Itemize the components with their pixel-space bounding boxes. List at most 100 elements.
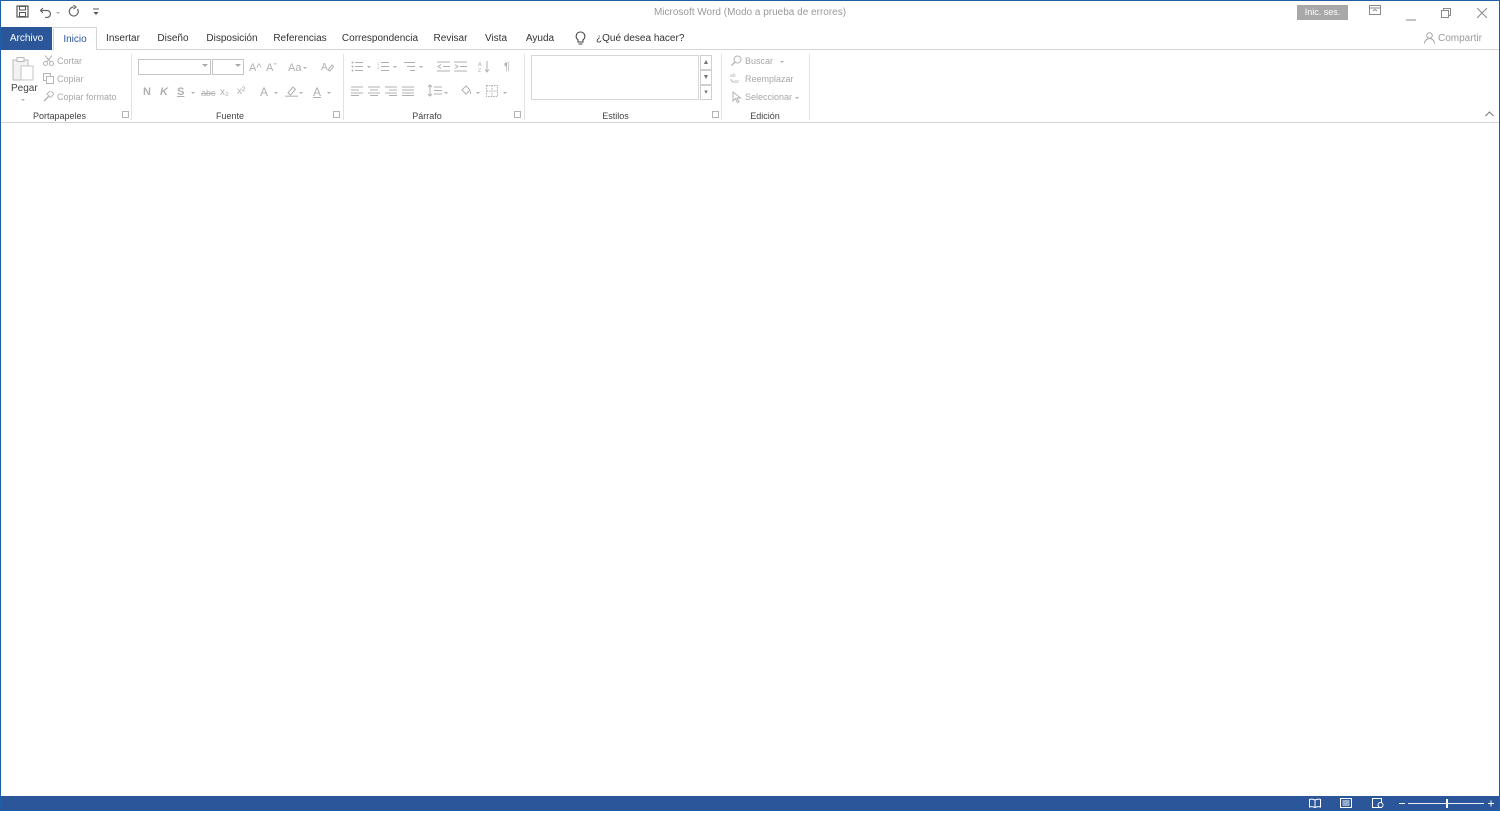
numbering-icon[interactable]: 12 [377, 61, 390, 75]
font-color-dropdown-icon[interactable] [327, 92, 331, 94]
ribbon-display-options-icon[interactable] [1369, 4, 1381, 18]
format-painter-button[interactable]: Copiar formato [57, 92, 117, 102]
styles-more-icon[interactable]: ▾ [700, 85, 712, 100]
underline-dropdown-icon[interactable] [191, 92, 195, 94]
clear-formatting-icon[interactable]: A [321, 61, 335, 76]
borders-dropdown-icon[interactable] [503, 92, 507, 94]
print-layout-icon[interactable] [1340, 798, 1352, 811]
minimize-icon[interactable] [1406, 10, 1416, 24]
styles-scroll-up-icon[interactable]: ▲ [700, 55, 712, 70]
font-size-combo[interactable] [212, 59, 244, 75]
styles-launcher-icon[interactable] [712, 111, 719, 118]
copy-button[interactable]: Copiar [57, 74, 84, 84]
numbering-dropdown-icon[interactable] [393, 66, 397, 68]
find-dropdown-icon[interactable] [780, 61, 784, 63]
change-case-dropdown-icon[interactable] [303, 67, 307, 69]
increase-indent-icon[interactable] [454, 61, 467, 75]
zoom-slider-thumb[interactable] [1446, 799, 1448, 808]
cut-button[interactable]: Cortar [57, 56, 82, 66]
font-color-button[interactable]: A [313, 86, 321, 98]
bullets-icon[interactable] [351, 61, 364, 75]
tell-me-input[interactable]: ¿Qué desea hacer? [596, 33, 684, 44]
tab-correspondencia[interactable]: Correspondencia [337, 27, 423, 50]
find-button[interactable]: Buscar [745, 56, 773, 66]
superscript-button[interactable]: x² [237, 86, 245, 98]
show-marks-button[interactable]: ¶ [504, 61, 510, 73]
editing-group-label: Edición [750, 111, 780, 121]
shading-icon[interactable] [460, 84, 473, 100]
tab-archivo[interactable]: Archivo [1, 27, 52, 50]
strikethrough-button[interactable]: abc [201, 87, 216, 99]
svg-text:ac: ac [734, 79, 740, 84]
font-name-dropdown-icon[interactable] [202, 64, 208, 67]
line-spacing-dropdown-icon[interactable] [444, 92, 448, 94]
align-center-icon[interactable] [368, 86, 380, 99]
select-button[interactable]: Seleccionar [745, 92, 792, 102]
paste-clipboard-icon[interactable] [11, 56, 35, 85]
restore-icon[interactable] [1441, 7, 1451, 21]
align-right-icon[interactable] [385, 86, 397, 99]
decrease-indent-icon[interactable] [437, 61, 450, 75]
tab-referencias[interactable]: Referencias [270, 27, 330, 50]
clipboard-launcher-icon[interactable] [122, 111, 129, 118]
replace-icon: ab ac [730, 72, 743, 87]
text-effects-dropdown-icon[interactable] [274, 92, 278, 94]
paste-dropdown-icon[interactable] [21, 99, 25, 101]
align-left-icon[interactable] [351, 86, 363, 99]
shrink-font-icon[interactable]: Aˇ [266, 62, 277, 74]
italic-button[interactable]: K [160, 86, 168, 98]
share-button[interactable]: Compartir [1438, 33, 1482, 44]
read-mode-icon[interactable] [1309, 798, 1321, 811]
styles-gallery[interactable] [531, 55, 699, 100]
highlight-dropdown-icon[interactable] [299, 92, 303, 94]
share-person-icon[interactable] [1424, 32, 1435, 47]
sign-in-button[interactable]: Inic. ses. [1297, 5, 1348, 20]
shading-dropdown-icon[interactable] [476, 92, 480, 94]
font-size-dropdown-icon[interactable] [235, 64, 241, 67]
paste-button[interactable]: Pegar [11, 83, 38, 94]
tab-diseno[interactable]: Diseño [152, 27, 194, 50]
multilevel-dropdown-icon[interactable] [419, 66, 423, 68]
status-bar [0, 796, 1500, 811]
close-icon[interactable] [1476, 7, 1488, 21]
styles-scroll-down-icon[interactable]: ▼ [700, 70, 712, 85]
lightbulb-icon[interactable] [575, 31, 586, 49]
sort-icon[interactable]: AZ [478, 60, 491, 76]
tab-ayuda[interactable]: Ayuda [520, 27, 560, 50]
replace-button[interactable]: Reemplazar [745, 74, 794, 84]
tab-disposicion[interactable]: Disposición [201, 27, 263, 50]
collapse-ribbon-icon[interactable] [1485, 108, 1494, 120]
select-dropdown-icon[interactable] [795, 97, 799, 99]
multilevel-list-icon[interactable] [403, 61, 416, 75]
tab-revisar[interactable]: Revisar [429, 27, 472, 50]
grow-font-icon[interactable]: A^ [249, 62, 262, 74]
clipboard-group-label: Portapapeles [32, 111, 87, 121]
change-case-icon[interactable]: Aa [288, 62, 301, 74]
paragraph-launcher-icon[interactable] [514, 111, 521, 118]
svg-text:2: 2 [377, 65, 380, 70]
line-spacing-icon[interactable] [427, 84, 442, 100]
tab-vista[interactable]: Vista [480, 27, 512, 50]
tab-insertar[interactable]: Insertar [101, 27, 145, 50]
borders-icon[interactable] [486, 85, 498, 100]
window-title: Microsoft Word (Modo a prueba de errores… [653, 7, 847, 18]
bullets-dropdown-icon[interactable] [367, 66, 371, 68]
highlight-icon[interactable] [285, 85, 298, 100]
web-layout-icon[interactable] [1372, 798, 1384, 811]
document-area[interactable] [1, 123, 1499, 796]
font-group-label: Fuente [215, 111, 245, 121]
font-launcher-icon[interactable] [333, 111, 340, 118]
bold-button[interactable]: N [143, 86, 151, 98]
subscript-button[interactable]: x₂ [220, 87, 229, 99]
scissors-icon [43, 55, 54, 69]
justify-icon[interactable] [402, 86, 414, 99]
zoom-in-icon[interactable] [1488, 796, 1495, 814]
font-name-combo[interactable] [138, 59, 211, 75]
svg-text:Z: Z [478, 68, 482, 73]
zoom-out-icon[interactable] [1399, 796, 1406, 814]
tab-inicio[interactable]: Inicio [53, 27, 97, 51]
select-cursor-icon [732, 90, 742, 106]
styles-group-label: Estilos [602, 111, 629, 121]
text-effects-button[interactable]: A [260, 86, 268, 98]
underline-button[interactable]: S [177, 86, 184, 98]
